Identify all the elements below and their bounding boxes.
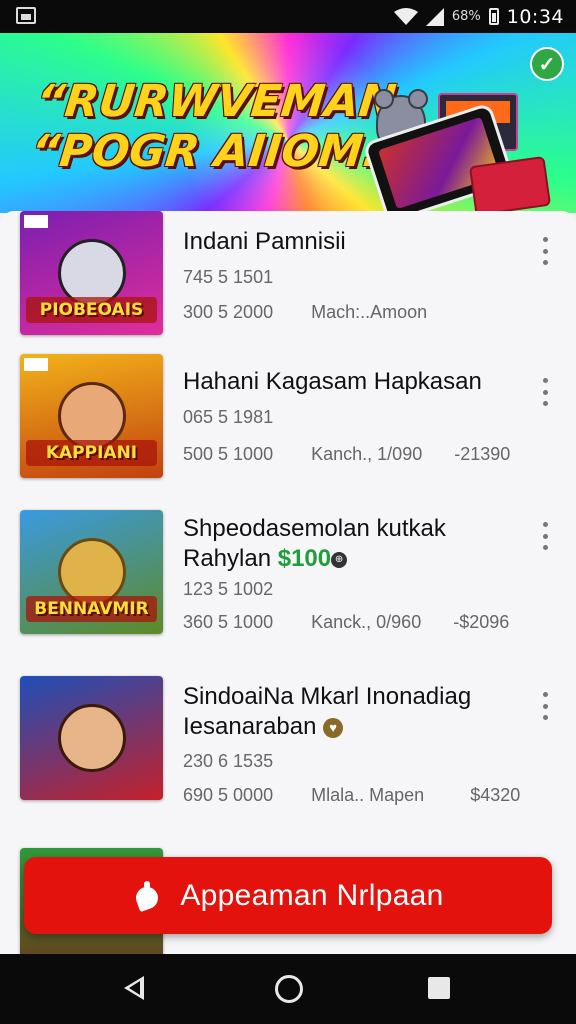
item-title[interactable]: Hahani Kagasam Hapkasan (183, 367, 482, 397)
coin-icon: ⊕ (331, 551, 348, 568)
more-options-icon[interactable] (540, 237, 550, 265)
more-options-icon[interactable] (540, 692, 550, 720)
status-icons: 68% 10:34 (393, 0, 564, 33)
item-title-line2: Rahylan $100 ⊕ (183, 544, 446, 574)
back-icon[interactable] (124, 976, 144, 1000)
item-meta-a: 500 5 1000 (183, 444, 274, 464)
item-meta-line2: 690 5 0000 Mlala.. Mapen $4320 (183, 785, 520, 806)
app-thumbnail[interactable]: BENNAVMIR (20, 510, 163, 634)
item-title-text: Iesanaraban (183, 713, 317, 740)
navigation-bar (0, 954, 576, 1024)
item-title-line1: Shpeodasemolan kutkak (183, 515, 446, 542)
thumb-label: KAPPIANI (26, 440, 157, 466)
item-title-line2: Iesanaraban ♥ (183, 712, 471, 742)
app-thumbnail[interactable]: KAPPIANI (20, 354, 163, 478)
item-meta-b: Mlala.. Mapen (311, 785, 425, 805)
check-badge-icon: ✓ (530, 47, 564, 81)
banner-title-line1: “RURWVEMAN (34, 76, 399, 127)
hero-group-icon (58, 704, 126, 772)
thumb-label: BENNAVMIR (26, 596, 157, 622)
item-meta-c: $4320 (470, 785, 521, 805)
item-meta-a: 360 5 1000 (183, 612, 274, 632)
list-item[interactable]: SindoaiNa Mkarl Inonadiag Iesanaraban ♥ … (0, 676, 576, 826)
app-logo-icon (132, 880, 162, 911)
item-meta-line1: 065 5 1981 (183, 407, 274, 427)
item-title-line1: SindoaiNa Mkarl Inonadiag (183, 683, 472, 710)
item-meta-b: Mach:..Amoon (311, 302, 428, 322)
more-options-icon[interactable] (540, 522, 550, 550)
list-item[interactable]: BENNAVMIR Shpeodasemolan kutkak Rahylan … (0, 510, 576, 660)
promo-banner[interactable]: “RURWVEMAN “POGR AIIOM.” ✓ (0, 33, 576, 213)
battery-percent: 68% (451, 9, 481, 24)
item-meta-line1: 123 5 1002 (183, 579, 274, 599)
battery-icon (488, 8, 499, 25)
shield-badge-icon: ♥ (323, 717, 344, 738)
screenshot-icon (16, 7, 36, 24)
primary-action-button[interactable]: Appeaman Nrlpaan (24, 857, 552, 934)
list-item[interactable]: KAPPIANI Hahani Kagasam Hapkasan 065 5 1… (0, 354, 576, 504)
app-thumbnail[interactable]: PIOBEOAIS (20, 211, 163, 335)
thumb-tag (24, 358, 48, 371)
item-meta-a: 690 5 0000 (183, 785, 274, 805)
item-title-text: Rahylan (183, 545, 272, 572)
clock: 10:34 (506, 5, 564, 28)
app-list: PIOBEOAIS Indani Pamnisii 745 5 1501 300… (0, 211, 576, 954)
item-meta-line2: 500 5 1000 Kanch., 1/090 -21390 (183, 444, 510, 465)
item-price: $100 (277, 545, 332, 572)
thumb-label: PIOBEOAIS (26, 297, 157, 323)
item-meta-line1: 230 6 1535 (183, 751, 274, 771)
item-meta-c: -$2096 (453, 612, 510, 632)
status-bar: 68% 10:34 (0, 0, 576, 33)
item-title[interactable]: Indani Pamnisii (183, 227, 346, 257)
banner-title: “RURWVEMAN “POGR AIIOM.” (28, 76, 416, 177)
signal-icon (425, 7, 444, 26)
app-thumbnail[interactable] (20, 676, 163, 800)
list-item[interactable]: PIOBEOAIS Indani Pamnisii 745 5 1501 300… (0, 211, 576, 361)
more-options-icon[interactable] (540, 378, 550, 406)
item-meta-line1: 745 5 1501 (183, 267, 274, 287)
recents-icon[interactable] (428, 977, 450, 999)
primary-action-label: Appeaman Nrlpaan (180, 878, 444, 912)
item-meta-b: Kanck., 0/960 (311, 612, 422, 632)
item-meta-b: Kanch., 1/090 (311, 444, 423, 464)
thumb-tag (24, 215, 48, 228)
item-meta-c: -21390 (454, 444, 511, 464)
wifi-icon (393, 7, 418, 25)
item-title[interactable]: SindoaiNa Mkarl Inonadiag Iesanaraban ♥ (183, 682, 471, 742)
item-meta-line2: 300 5 2000 Mach:..Amoon (183, 302, 427, 323)
item-meta-line2: 360 5 1000 Kanck., 0/960 -$2096 (183, 612, 509, 633)
item-meta-a: 300 5 2000 (183, 302, 274, 322)
shopping-cart-icon (468, 155, 552, 213)
banner-title-line2: “POGR AIIOM.” (28, 126, 411, 177)
item-title[interactable]: Shpeodasemolan kutkak Rahylan $100 ⊕ (183, 514, 446, 574)
home-icon[interactable] (275, 975, 303, 1003)
